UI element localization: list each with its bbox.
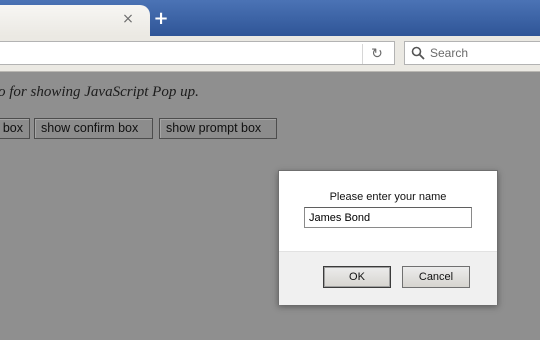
- name-input[interactable]: [304, 207, 472, 228]
- search-placeholder: Search: [430, 46, 469, 60]
- search-bar[interactable]: Search: [404, 41, 540, 65]
- show-prompt-box-button[interactable]: show prompt box: [159, 118, 277, 139]
- url-input[interactable]: [4, 43, 368, 65]
- reload-icon[interactable]: ↻: [362, 44, 391, 64]
- show-alert-box-button[interactable]: box: [0, 118, 30, 139]
- close-tab-icon[interactable]: ×: [121, 12, 135, 26]
- prompt-dialog: Please enter your name OK Cancel: [278, 170, 498, 305]
- active-tab[interactable]: ×: [0, 5, 150, 36]
- search-icon: [411, 46, 425, 60]
- show-confirm-box-button[interactable]: show confirm box: [34, 118, 153, 139]
- intro-text: o for showing JavaScript Pop up.: [0, 84, 199, 100]
- dialog-footer: OK Cancel: [279, 251, 497, 305]
- cancel-button[interactable]: Cancel: [402, 266, 470, 288]
- new-tab-button[interactable]: +: [152, 10, 170, 28]
- dialog-body: Please enter your name: [279, 171, 497, 251]
- dialog-message: Please enter your name: [329, 191, 447, 203]
- address-bar[interactable]: ↻: [0, 41, 395, 65]
- navigation-bar: ↻ Search: [0, 36, 540, 72]
- tab-strip: × +: [0, 0, 540, 36]
- ok-button[interactable]: OK: [323, 266, 391, 288]
